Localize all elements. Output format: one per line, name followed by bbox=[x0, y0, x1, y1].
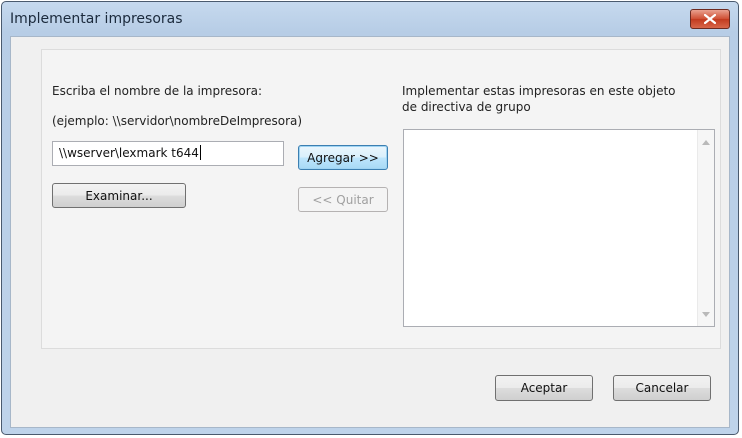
title-bar[interactable]: Implementar impresoras bbox=[2, 2, 738, 36]
scroll-up-arrow-icon[interactable] bbox=[702, 138, 710, 146]
scroll-down-arrow-icon[interactable] bbox=[702, 310, 710, 318]
deploy-list-label-line1: Implementar estas impresoras en este obj… bbox=[402, 84, 676, 98]
dialog-client-area: Escriba el nombre de la impresora: (ejem… bbox=[10, 36, 730, 428]
window-title: Implementar impresoras bbox=[10, 11, 183, 27]
ok-button[interactable]: Aceptar bbox=[495, 375, 593, 401]
browse-button[interactable]: Examinar... bbox=[52, 183, 186, 208]
close-button[interactable] bbox=[690, 9, 730, 29]
dialog-window: Implementar impresoras Escriba el nombre… bbox=[1, 1, 739, 435]
add-button[interactable]: Agregar >> bbox=[298, 145, 388, 170]
list-scrollbar[interactable] bbox=[697, 130, 714, 326]
close-icon bbox=[704, 14, 716, 24]
example-label: (ejemplo: \\servidor\nombreDeImpresora) bbox=[52, 114, 303, 128]
remove-button[interactable]: << Quitar bbox=[298, 187, 388, 212]
printer-name-label: Escriba el nombre de la impresora: bbox=[52, 84, 263, 98]
cancel-button[interactable]: Cancelar bbox=[613, 375, 711, 401]
deploy-list-label-line2: de directiva de grupo bbox=[402, 100, 531, 114]
text-caret bbox=[199, 145, 201, 160]
printer-name-input-value: \\wserver\lexmark t644 bbox=[59, 146, 199, 160]
printer-name-input[interactable]: \\wserver\lexmark t644 bbox=[52, 141, 284, 166]
printers-to-deploy-list[interactable] bbox=[403, 129, 715, 327]
